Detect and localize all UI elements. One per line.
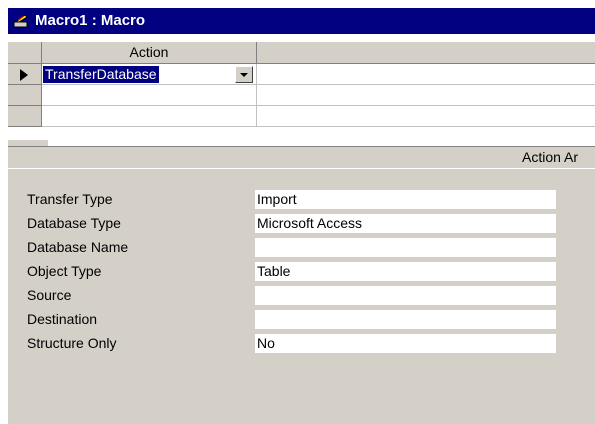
arg-field-transfer-type[interactable]: Import <box>255 190 556 209</box>
row-selector[interactable] <box>8 64 42 85</box>
macro-action-grid: Action TransferDatabase <box>8 34 595 146</box>
arg-label-structure-only: Structure Only <box>27 335 117 351</box>
arg-field-structure-only[interactable]: No <box>255 334 556 353</box>
arg-label-transfer-type: Transfer Type <box>27 191 113 207</box>
action-cell[interactable] <box>42 85 257 106</box>
grid-corner[interactable] <box>8 42 42 63</box>
arg-label-object-type: Object Type <box>27 263 102 279</box>
row-selector[interactable] <box>8 106 42 127</box>
arg-label-database-name: Database Name <box>27 239 129 255</box>
row-selector[interactable] <box>8 85 42 106</box>
action-cell[interactable]: TransferDatabase <box>42 64 257 85</box>
arg-field-source[interactable] <box>255 286 556 305</box>
action-arguments-panel: Transfer Type Import Database Type Micro… <box>8 168 595 424</box>
dropdown-arrow-icon[interactable] <box>235 66 253 83</box>
action-arguments-header[interactable]: Action Ar <box>8 146 595 169</box>
action-combo-value[interactable]: TransferDatabase <box>43 66 159 83</box>
arg-field-database-name[interactable] <box>255 238 556 257</box>
macro-icon <box>13 13 29 29</box>
comment-cell[interactable] <box>257 106 595 127</box>
column-header-action[interactable]: Action <box>42 42 257 63</box>
column-header-comment[interactable] <box>257 42 595 63</box>
action-cell[interactable] <box>42 106 257 127</box>
grid-row <box>8 85 595 106</box>
window-title: Macro1 : Macro <box>35 12 146 29</box>
action-arguments-title: Action Ar <box>522 149 579 165</box>
arg-field-destination[interactable] <box>255 310 556 329</box>
arg-field-database-type[interactable]: Microsoft Access <box>255 214 556 233</box>
grid-row: TransferDatabase <box>8 64 595 85</box>
arg-label-database-type: Database Type <box>27 215 121 231</box>
grid-row <box>8 106 595 127</box>
arg-label-destination: Destination <box>27 311 98 327</box>
grid-header: Action <box>8 42 595 64</box>
comment-cell[interactable] <box>257 64 595 85</box>
macro-window: Macro1 : Macro Action TransferDatabase A… <box>8 8 595 424</box>
comment-cell[interactable] <box>257 85 595 106</box>
arg-label-source: Source <box>27 287 72 303</box>
arg-field-object-type[interactable]: Table <box>255 262 556 281</box>
current-row-arrow-icon <box>20 69 28 81</box>
title-bar[interactable]: Macro1 : Macro <box>8 8 595 34</box>
